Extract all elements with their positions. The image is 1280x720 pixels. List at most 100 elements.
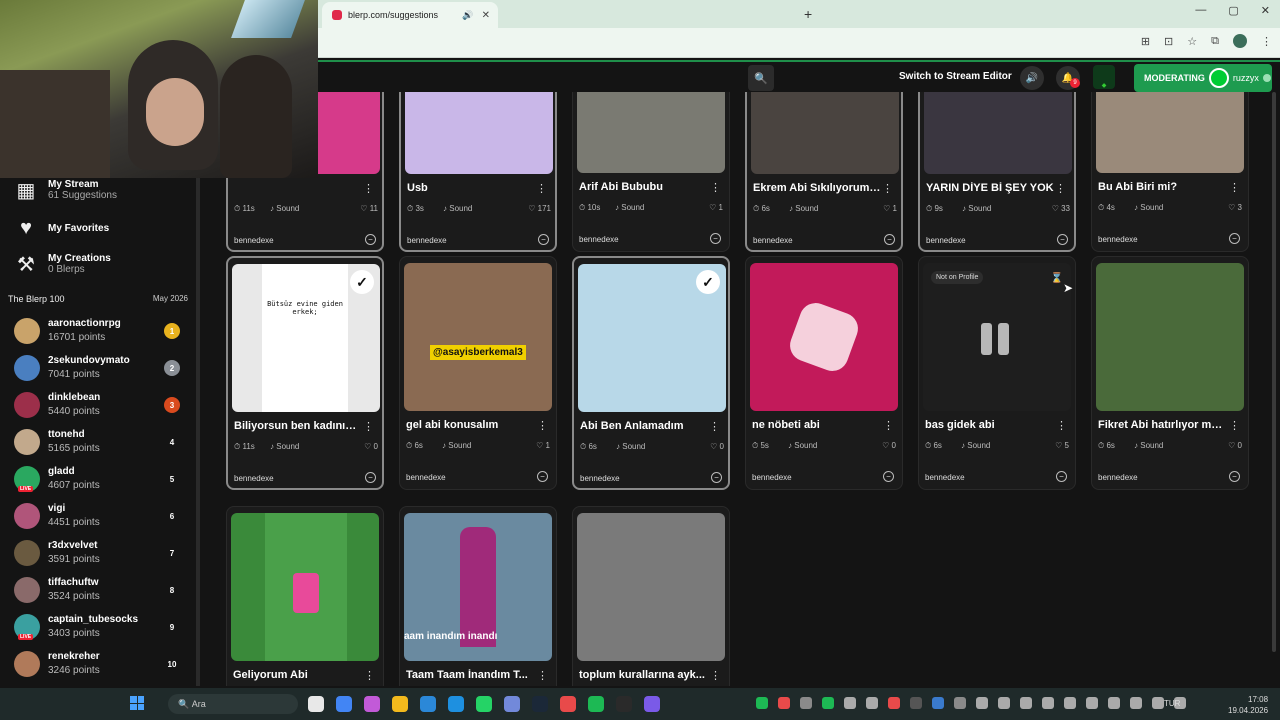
likes[interactable]: ♡ 11: [360, 204, 378, 213]
leaderboard-row[interactable]: aaronactionrpg 16701 points 1: [14, 316, 184, 346]
tray-icon[interactable]: [1042, 697, 1054, 709]
remove-icon[interactable]: −: [1057, 234, 1068, 245]
tray-icon[interactable]: [932, 697, 944, 709]
sidebar-item-my-stream[interactable]: ▦ My Stream 61 Suggestions: [14, 178, 117, 202]
likes[interactable]: ♡ 0: [364, 442, 378, 451]
blerp-card[interactable]: ✕ Usb⋮ ⏱ 3s ♪ Sound ♡ 171 bennedexe −: [399, 92, 557, 252]
taskbar-search-input[interactable]: 🔍 Ara: [168, 694, 298, 714]
card-title[interactable]: Taam Taam İnandım T...: [406, 669, 534, 681]
suggested-by-user[interactable]: bennedexe: [753, 236, 793, 245]
more-options-icon[interactable]: ⋮: [882, 182, 893, 195]
more-options-icon[interactable]: ⋮: [1229, 419, 1240, 432]
card-title[interactable]: Bu Abi Biri mi?: [1098, 181, 1226, 193]
taskbar-app-icon[interactable]: [588, 696, 604, 712]
suggested-by-user[interactable]: bennedexe: [1098, 473, 1138, 482]
remove-icon[interactable]: −: [365, 472, 376, 483]
taskbar-app-icon[interactable]: [476, 696, 492, 712]
blerp-card[interactable]: Bu Abi Biri mi? ⋮ ⏱ 4s ♪ Sound ♡ 3 benned…: [1091, 92, 1249, 252]
likes[interactable]: ♡ 1: [536, 441, 550, 450]
likes[interactable]: ♡ 0: [882, 441, 896, 450]
remove-icon[interactable]: −: [1056, 471, 1067, 482]
address-bar[interactable]: ⊞ ⊡ ☆ ⧉ ⋮: [318, 28, 1280, 58]
tray-icon[interactable]: [1086, 697, 1098, 709]
thumbnail[interactable]: [750, 263, 898, 411]
main-scrollbar[interactable]: [1272, 92, 1276, 652]
leaderboard-row[interactable]: 2sekundovymato 7041 points 2: [14, 353, 184, 383]
thumbnail[interactable]: Bütsüz evine giden erkek; ✓: [232, 264, 380, 412]
more-options-icon[interactable]: ⋮: [363, 182, 374, 195]
thumbnail[interactable]: @asayisberkemal3: [404, 263, 552, 411]
leaderboard-row[interactable]: LIVE gladd 4607 points 5: [14, 464, 184, 494]
cast-icon[interactable]: ⊡: [1164, 35, 1173, 48]
suggested-by-user[interactable]: bennedexe: [579, 235, 619, 244]
likes[interactable]: ♡ 1: [883, 204, 897, 213]
thumbnail[interactable]: ✓: [578, 264, 726, 412]
windows-start-icon[interactable]: [130, 696, 144, 710]
more-options-icon[interactable]: ⋮: [1056, 419, 1067, 432]
extensions-icon[interactable]: ⧉: [1211, 35, 1219, 48]
profile-avatar[interactable]: [1233, 34, 1247, 48]
tray-icon[interactable]: [844, 697, 856, 709]
search-button[interactable]: 🔍: [748, 65, 774, 91]
thumbnail[interactable]: Not on Profile ⌛: [923, 263, 1071, 411]
tray-icon[interactable]: [998, 697, 1010, 709]
tray-icon[interactable]: [976, 697, 988, 709]
blerp-card[interactable]: Not on Profile ⌛ bas gidek abi ⋮ ⏱ 6s ♪ Sou…: [918, 256, 1076, 490]
volume-button[interactable]: 🔊: [1020, 66, 1044, 90]
streamer-logo-icon[interactable]: ◆: [1093, 65, 1115, 89]
sidebar-item-my-favorites[interactable]: ♥ My Favorites: [14, 216, 109, 240]
blerp-card[interactable]: Arif Abi Bububu ⋮ ⏱ 10s ♪ Sound ♡ 1 benne…: [572, 92, 730, 252]
card-title[interactable]: YARIN DİYE Bİ ŞEY YOK: [926, 182, 1054, 194]
moderating-account-button[interactable]: MODERATING ruzzyx: [1134, 64, 1272, 92]
translate-icon[interactable]: ⊞: [1141, 35, 1150, 48]
card-title[interactable]: ne nöbeti abi: [752, 419, 880, 431]
blerp-card[interactable]: aam inandım inandı Taam Taam İnandım T...…: [399, 506, 557, 686]
blerp-card[interactable]: YARIN DİYE Bİ ŞEY YOK ⋮ ⏱ 9s ♪ Sound ♡ 33…: [918, 92, 1076, 252]
likes[interactable]: ♡ 0: [710, 442, 724, 451]
remove-icon[interactable]: −: [537, 471, 548, 482]
tray-icon[interactable]: [888, 697, 900, 709]
taskbar-app-icon[interactable]: [504, 696, 520, 712]
remove-icon[interactable]: −: [883, 471, 894, 482]
likes[interactable]: ♡ 5: [1055, 441, 1069, 450]
remove-icon[interactable]: −: [710, 233, 721, 244]
leaderboard-row[interactable]: ttonehd 5165 points 4: [14, 427, 184, 457]
suggested-by-user[interactable]: bennedexe: [1098, 235, 1138, 244]
likes[interactable]: ♡ 171: [528, 204, 551, 213]
leaderboard-row[interactable]: dinklebean 5440 points 3: [14, 390, 184, 420]
more-options-icon[interactable]: ⋮: [364, 669, 375, 682]
suggested-by-user[interactable]: bennedexe: [580, 474, 620, 483]
blerp-card[interactable]: Ekrem Abi Sıkılıyorum ... ⋮ ⏱ 6s ♪ Sound …: [745, 92, 903, 252]
more-options-icon[interactable]: ⋮: [710, 181, 721, 194]
menu-icon[interactable]: ⋮: [1261, 35, 1272, 48]
blerp-card[interactable]: ne nöbeti abi ⋮ ⏱ 5s ♪ Sound ♡ 0 bennedex…: [745, 256, 903, 490]
card-title[interactable]: Arif Abi Bububu: [579, 181, 707, 193]
remove-icon[interactable]: −: [1229, 471, 1240, 482]
blerp-card[interactable]: toplum kurallarına ayk... ⋮: [572, 506, 730, 686]
taskbar-clock[interactable]: 17:08 19.04.2026: [1228, 694, 1268, 716]
blerp-card[interactable]: @asayisberkemal3 gel abi konusalım ⋮ ⏱ 6s …: [399, 256, 557, 490]
minimize-button[interactable]: —: [1195, 4, 1206, 17]
suggested-by-user[interactable]: bennedexe: [926, 236, 966, 245]
more-options-icon[interactable]: ⋮: [537, 669, 548, 682]
likes[interactable]: ♡ 0: [1228, 441, 1242, 450]
likes[interactable]: ♡ 3: [1228, 203, 1242, 212]
tray-icon[interactable]: [756, 697, 768, 709]
likes[interactable]: ♡ 1: [709, 203, 723, 212]
selected-check-icon[interactable]: ✓: [350, 270, 374, 294]
language-indicator[interactable]: TUR: [1164, 699, 1180, 708]
card-title[interactable]: toplum kurallarına ayk...: [579, 669, 707, 681]
card-title[interactable]: Geliyorum Abi: [233, 669, 361, 681]
taskbar-app-icon[interactable]: [560, 696, 576, 712]
thumbnail[interactable]: [751, 92, 899, 174]
leaderboard-row[interactable]: LIVE captain_tubesocks 3403 points 9: [14, 612, 184, 642]
blerp-card[interactable]: ✓ Abi Ben Anlamadım ⋮ ⏱ 6s ♪ Sound ♡ 0 ben…: [572, 256, 730, 490]
remove-icon[interactable]: −: [884, 234, 895, 245]
more-options-icon[interactable]: ⋮: [1229, 181, 1240, 194]
remove-icon[interactable]: −: [365, 234, 376, 245]
tray-icon[interactable]: [954, 697, 966, 709]
more-options-icon[interactable]: ⋮: [1055, 182, 1066, 195]
hourglass-icon[interactable]: ⌛: [1051, 273, 1063, 284]
switch-to-stream-editor-button[interactable]: Switch to Stream Editor: [899, 71, 1012, 82]
close-window-button[interactable]: ✕: [1261, 4, 1270, 17]
